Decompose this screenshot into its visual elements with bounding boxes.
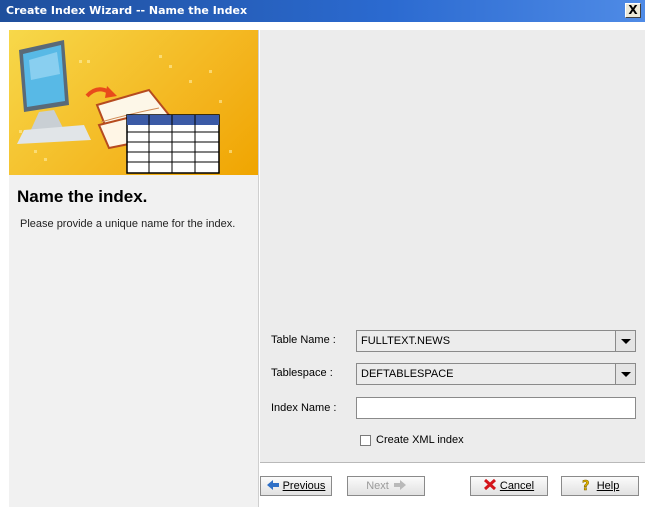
index-name-label: Index Name : — [271, 402, 337, 414]
chevron-down-icon[interactable] — [615, 364, 635, 384]
help-label: Help — [596, 480, 620, 492]
index-name-field[interactable] — [356, 397, 636, 419]
title-bar: Create Index Wizard -- Name the Index X — [0, 0, 645, 22]
create-xml-index-label[interactable]: Create XML index — [376, 434, 464, 446]
create-xml-index-checkbox[interactable] — [360, 435, 371, 446]
previous-button[interactable]: Previous — [260, 476, 332, 496]
cancel-label: Cancel — [499, 480, 535, 492]
table-name-label: Table Name : — [271, 334, 336, 346]
wizard-banner-illustration — [9, 30, 258, 175]
tablespace-value: DEFTABLESPACE — [361, 368, 454, 380]
step-description: Please provide a unique name for the ind… — [20, 218, 236, 230]
forward-arrow-icon — [393, 480, 406, 490]
next-label: Next — [366, 480, 389, 492]
step-heading: Name the index. — [17, 187, 148, 206]
close-icon: X — [628, 3, 638, 17]
next-button[interactable]: Next — [347, 476, 425, 496]
tablespace-label: Tablespace : — [271, 367, 333, 379]
help-button[interactable]: ? Help — [561, 476, 639, 496]
close-button[interactable]: X — [625, 3, 641, 18]
previous-label: Previous — [282, 480, 326, 492]
back-arrow-icon — [266, 480, 279, 490]
cancel-button[interactable]: Cancel — [470, 476, 548, 496]
table-name-select[interactable]: FULLTEXT.NEWS — [356, 330, 636, 352]
question-mark-icon: ? — [581, 479, 590, 495]
tablespace-select[interactable]: DEFTABLESPACE — [356, 363, 636, 385]
table-name-value: FULLTEXT.NEWS — [361, 335, 451, 347]
chevron-down-icon[interactable] — [615, 331, 635, 351]
computer-book-table-illustration — [17, 40, 232, 174]
red-x-icon — [483, 478, 496, 491]
svg-text:?: ? — [582, 479, 590, 491]
window-title: Create Index Wizard -- Name the Index — [6, 4, 248, 17]
